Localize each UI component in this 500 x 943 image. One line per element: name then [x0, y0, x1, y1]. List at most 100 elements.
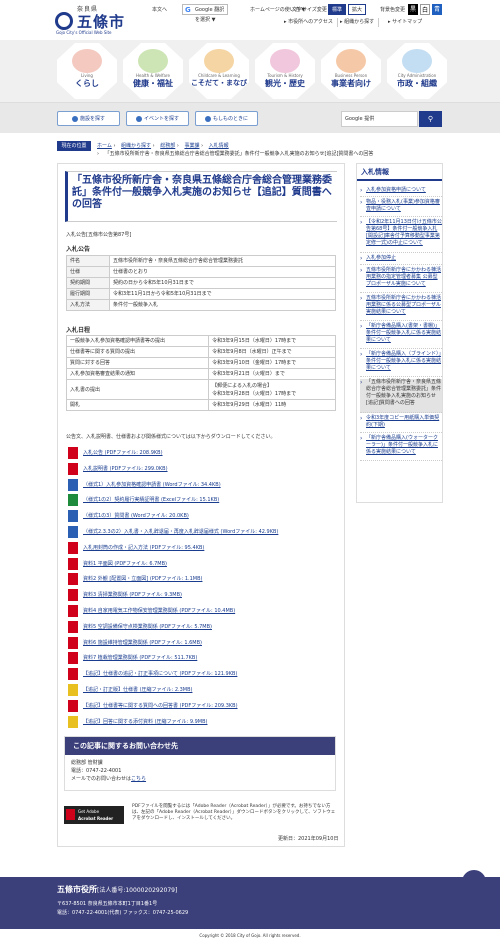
google-translate-select[interactable]: G Google 翻訳を選択 ▼ — [182, 4, 228, 23]
city-hall-icon — [402, 49, 432, 73]
sidebar-item[interactable]: 令和3年度コピー用紙購入単価契約(下期) — [360, 415, 442, 433]
main-content: 「五條市役所新庁舎・奈良県五條総合庁舎総合管理業務委託」条件付一般競争入札実施の… — [57, 163, 345, 847]
notice-number: 入札公告[五條市公告第87号] — [66, 232, 132, 238]
bg-white-button[interactable]: 白 — [420, 4, 430, 15]
table-row: 一般競争入札参加資格確認申請書等の提出 令和3年9月15日（水曜日）17時まで — [65, 335, 336, 347]
download-item: 入札説明書 (PDFファイル: 299.0KB) — [68, 462, 338, 476]
download-link[interactable]: 【追記】仕様書等に関する質問への回答書 (PDFファイル: 209.3KB) — [83, 701, 238, 711]
download-link[interactable]: 【追記・訂正版】仕様書 (圧縮ファイル: 2.3MB) — [83, 685, 192, 695]
briefcase-icon — [336, 49, 366, 73]
download-link[interactable]: （様式2.3.3の2）入札書・入札辞退届・再度入札辞退届様式 (Wordファイル… — [83, 527, 278, 537]
nav-health[interactable]: Health & Welfare 健康・福祉 — [122, 43, 184, 101]
city-emblem-icon — [55, 12, 73, 30]
facility-search-button[interactable]: 施設を探す — [57, 111, 120, 126]
download-item: 資料3 清掃業務関係 (PDFファイル: 9.3MB) — [68, 589, 338, 602]
download-link[interactable]: 入札説明書 (PDFファイル: 299.0KB) — [83, 464, 168, 474]
nav-tourism[interactable]: Tourism & History 観光・歴史 — [254, 43, 316, 101]
skip-to-content-link[interactable]: 本文へ — [152, 6, 167, 13]
sidebar-item[interactable]: 【令和2年11月13日付け五條市公告第68号】条件付一般競争入札[開設記]庫舎付… — [360, 219, 442, 253]
breadcrumb-org[interactable]: 組織から探す — [121, 143, 151, 149]
sidebar: 入札情報 入札参加資格申請について物品・役務入札(事業)参加資格審査申請について… — [356, 163, 443, 503]
download-item: 【追記】仕様書等に関する質問への回答書 (PDFファイル: 209.3KB) — [68, 699, 338, 713]
download-link[interactable]: 資料6 施設維持管理業務関係 (PDFファイル: 1.6MB) — [83, 638, 202, 648]
download-item: （様式1の2）契約履行実績証明書 (Excelファイル: 15.1KB) — [68, 494, 338, 507]
adobe-reader-button[interactable]: Get Adobe Acrobat Reader — [64, 806, 124, 824]
download-item: 入札公告 (PDFファイル: 208.9KB) — [68, 447, 338, 460]
pagoda-icon — [270, 49, 300, 73]
file-icon — [68, 447, 78, 459]
breadcrumb-nyusatsu[interactable]: 入札情報 — [209, 143, 229, 149]
copyright: Copyright © 2018 City of Gojo. All right… — [199, 933, 301, 938]
breadcrumb-soumu[interactable]: 総務部 — [160, 143, 175, 149]
global-nav: Living くらし Health & Welfare 健康・福祉 Childcar… — [0, 40, 500, 103]
footer-corp-number: [法人番号:1000020292079] — [97, 887, 178, 894]
download-link[interactable]: （様式1の3）質問書 (Wordファイル: 20.0KB) — [83, 511, 189, 521]
download-item: （様式1の3）質問書 (Wordファイル: 20.0KB) — [68, 510, 338, 523]
sidebar-item[interactable]: 「新庁舎備品購入(書架・書棚)」条件付一般競争入札に係る実施結果について — [360, 323, 442, 349]
file-icon — [68, 589, 78, 602]
breadcrumb-home[interactable]: ホーム — [97, 143, 112, 149]
breadcrumb-jigyo[interactable]: 事業課 — [184, 143, 199, 149]
download-item: 資料6 施設維持管理業務関係 (PDFファイル: 1.6MB) — [68, 636, 338, 650]
google-icon: G — [185, 6, 191, 14]
sitemap-link[interactable]: ▸ サイトマップ — [388, 18, 426, 27]
search-input[interactable]: Google 提供 — [341, 111, 418, 127]
download-item: （様式2.3.3の2）入札書・入札辞退届・再度入札辞退届様式 (Wordファイル… — [68, 526, 338, 539]
sidebar-item[interactable]: 入札参加資格申請について — [360, 187, 442, 197]
download-link[interactable]: 資料2 外観 [配置図・立面図] (PDFファイル: 1.1MB) — [83, 574, 202, 584]
contact-mail-link[interactable]: こちら — [131, 776, 146, 782]
download-link[interactable]: （様式1の2）契約履行実績証明書 (Excelファイル: 15.1KB) — [83, 495, 219, 505]
file-icon — [68, 462, 78, 475]
download-link[interactable]: 資料5 空調設備保守点検業務関係 (PDFファイル: 5.7MB) — [83, 622, 212, 632]
search-button[interactable]: ⚲ — [419, 111, 442, 127]
download-item: 【追記】回答に関する添付資料 (圧縮ファイル: 9.9MB) — [68, 715, 338, 729]
event-search-button[interactable]: イベントを探す — [126, 111, 189, 126]
footer-org-name: 五條市役所 — [57, 885, 97, 894]
sidebar-item[interactable]: 物品・役務入札(事業)参加資格審査申請について — [360, 199, 442, 217]
text-size-standard-button[interactable]: 標準 — [328, 4, 346, 15]
site-logo[interactable]: 奈良県 五條市 Gojo City's Official Web Site — [55, 4, 135, 36]
table-row: 履行期間 令和3年11月1日から令和5年10月31日まで — [66, 288, 336, 300]
org-search-link[interactable]: ▸ 組織から探す — [340, 18, 380, 27]
nav-business[interactable]: Business Person 事業者向け — [320, 43, 382, 101]
sidebar-item[interactable]: 五條市役所新庁舎にかかわる棟活用業務の指定管理者募集 公募型プロポーザル実施につ… — [360, 267, 442, 293]
search-icon: ⚲ — [427, 115, 434, 123]
table-row: 開札 令和3年9月29日（水曜日）11時 — [65, 399, 336, 411]
nav-administration[interactable]: City Administration 市政・組織 — [386, 43, 448, 101]
download-link[interactable]: 【追記】回答に関する添付資料 (圧縮ファイル: 9.9MB) — [83, 717, 207, 727]
schedule-table: 一般競争入札参加資格確認申請書等の提出 令和3年9月15日（水曜日）17時まで 仕… — [65, 335, 336, 411]
sidebar-item[interactable]: 五條市役所新庁舎にかかわる棟活用業務に係る公募型プロポーザル実施結果について — [360, 295, 442, 321]
alert-icon — [204, 115, 211, 122]
breadcrumb-current: 「五條市役所新庁舎・奈良県五條総合庁舎総合管理業務委託」条件付一般競争入札実施の… — [104, 151, 374, 157]
download-link[interactable]: 入札用封筒の作成・記入方法 (PDFファイル: 95.4KB) — [83, 543, 204, 553]
sidebar-item[interactable]: 入札参加停止 — [360, 255, 442, 265]
download-link[interactable]: （様式1）入札参加資格確認申請書 (Wordファイル: 34.4KB) — [83, 480, 221, 490]
download-link[interactable]: 【追記】仕様書の追記・訂正事項について (PDFファイル: 121.9KB) — [83, 669, 237, 679]
bg-black-button[interactable]: 黒 — [408, 4, 418, 15]
file-icon — [68, 557, 78, 570]
translate-label: Google 翻訳を選択 — [195, 7, 225, 23]
text-size-label: 文字サイズ変更 — [292, 7, 327, 13]
text-size-large-button[interactable]: 拡大 — [348, 4, 366, 15]
file-icon — [68, 526, 78, 538]
house-icon — [72, 49, 102, 73]
section-schedule-heading: 入札日程 — [66, 327, 91, 334]
download-link[interactable]: 資料1 平面図 (PDFファイル: 6.7MB) — [83, 559, 167, 569]
sidebar-item[interactable]: 「新庁舎備品購入（ブラインド）」条件付一般競争入札に係る実施結果について — [360, 351, 442, 377]
breadcrumb-label: 現在の位置 — [57, 141, 91, 151]
download-link[interactable]: 資料7 植栽管理業務関係 (PDFファイル: 511.7KB) — [83, 653, 197, 663]
nav-childcare[interactable]: Childcare & Learning こそだて・まなび — [188, 43, 250, 101]
sidebar-item[interactable]: 「新庁舎備品購入(ウォータークーラー)」条件付一般競争入札に係る実施結果について — [360, 435, 442, 461]
nav-living[interactable]: Living くらし — [56, 43, 118, 101]
file-icon — [68, 541, 78, 554]
bg-blue-button[interactable]: 青 — [432, 4, 442, 15]
download-link[interactable]: 資料3 清掃業務関係 (PDFファイル: 9.3MB) — [83, 590, 182, 600]
building-icon — [71, 115, 78, 122]
sidebar-item-current: 「五條市役所新庁舎・奈良県五條総合庁舎総合管理業務委託」条件付一般競争入札実施の… — [360, 379, 442, 413]
footer-tel: 電話：0747-22-4001(代表) ファックス：0747-25-0629 — [57, 910, 189, 916]
access-link[interactable]: ▸ 市役所へのアクセス — [284, 18, 338, 27]
file-icon — [68, 573, 78, 586]
download-link[interactable]: 資料4 自家用電気工作物保安管理業務関係 (PDFファイル: 10.4MB) — [83, 606, 235, 616]
emergency-button[interactable]: もしものときに — [195, 111, 258, 126]
download-link[interactable]: 入札公告 (PDFファイル: 208.9KB) — [83, 448, 163, 458]
